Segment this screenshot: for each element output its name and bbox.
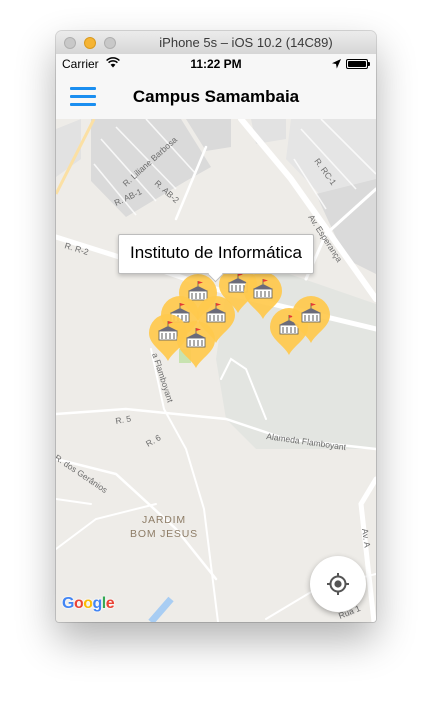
google-logo: Google [62,595,115,613]
status-bar: Carrier 11:22 PM [56,54,376,74]
my-location-button[interactable] [310,556,366,612]
map-canvas: R. Liliane Barbosa R. AB-2 R. AB-1 R. R-… [56,119,376,622]
area-label-line1: JARDIM [142,514,186,526]
google-letter: g [92,595,103,612]
area-label-line2: BOM JESUS [130,528,198,540]
battery-icon [346,59,370,69]
map-view[interactable]: R. Liliane Barbosa R. AB-2 R. AB-1 R. R-… [56,119,376,622]
page-title: Campus Samambaia [132,87,300,106]
clock: 11:22 PM [190,57,242,71]
zoom-window-button[interactable] [104,37,116,49]
minimize-window-button[interactable] [84,37,96,49]
location-arrow-icon [332,58,341,72]
google-letter: G [62,595,74,612]
simulator-titlebar: iPhone 5s – iOS 10.2 (14C89) [56,31,376,55]
simulator-window: iPhone 5s – iOS 10.2 (14C89) Carrier 11:… [56,31,376,622]
my-location-icon [327,573,349,595]
marker-callout[interactable]: Instituto de Informática [118,234,314,274]
google-letter: e [105,595,115,612]
window-title: iPhone 5s – iOS 10.2 (14C89) [159,35,333,50]
close-window-button[interactable] [64,37,76,49]
google-letter: o [73,595,84,612]
navigation-bar: Campus Samambaia [56,74,376,120]
google-letter: o [83,595,93,612]
